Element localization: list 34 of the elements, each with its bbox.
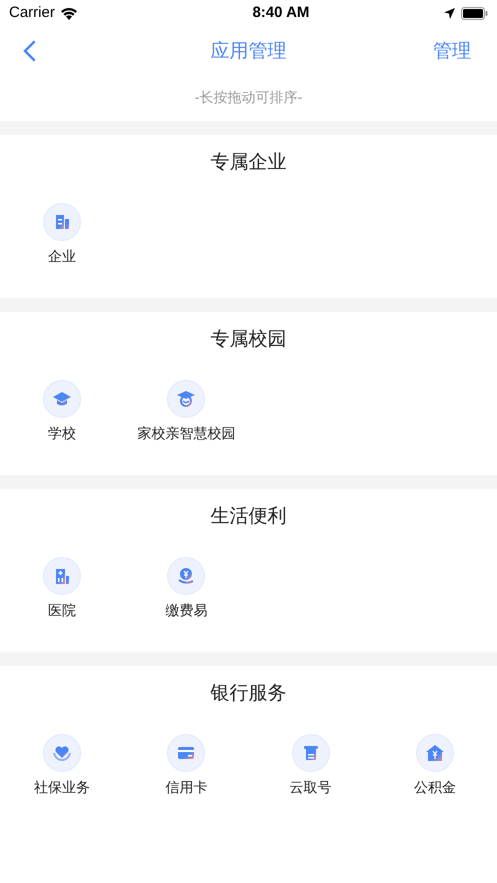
section-title: 生活便利 [210,504,286,529]
clock-label: 8:40 AM [252,2,310,23]
battery-icon [461,6,488,20]
back-icon [22,40,36,62]
page-title: 应用管理 [210,38,286,64]
section-title: 银行服务 [210,680,286,706]
app-icon-badge[interactable] [43,203,82,241]
app-icon-badge[interactable] [292,734,330,772]
app-label[interactable]: 医院 [48,601,76,622]
coin-hand-icon [176,566,196,586]
app-icon-badge[interactable] [43,380,82,418]
app-icon-badge[interactable] [167,380,206,418]
app-label[interactable]: 家校亲智慧校园 [137,424,236,445]
app-label[interactable]: 信用卡 [165,778,208,799]
house-yuan-icon [424,743,445,763]
app-icon-badge[interactable] [167,557,206,595]
app-icon-badge[interactable] [43,557,82,595]
app-label[interactable]: 社保业务 [34,778,90,799]
app-icon-badge[interactable] [167,734,206,772]
app-label[interactable]: 企业 [48,247,76,268]
app-icon-badge[interactable] [416,734,454,772]
location-icon [444,8,455,18]
graduation-cap-icon [176,389,196,409]
sort-hint: -长按拖动可排序- [194,89,303,108]
section-title: 专属校园 [210,326,286,352]
app-label[interactable]: 学校 [48,424,76,445]
app-label[interactable]: 公积金 [414,778,456,799]
wifi-icon [60,6,78,20]
app-icon-badge[interactable] [43,734,82,772]
carrier-label: Carrier [9,2,55,23]
section-title: 专属企业 [210,150,286,175]
back-button[interactable] [22,39,38,63]
app-label[interactable]: 缴费易 [165,601,208,622]
app-label[interactable]: 云取号 [290,778,332,799]
